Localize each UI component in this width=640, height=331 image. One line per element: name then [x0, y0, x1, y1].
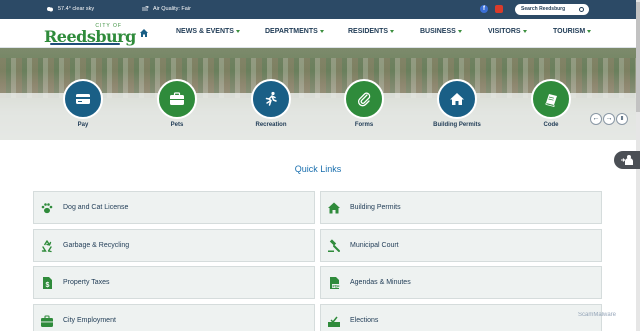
quick-link-label: Elections [350, 317, 379, 324]
book-icon [545, 94, 557, 107]
accessibility-person-icon [621, 155, 633, 165]
paw-icon [39, 200, 55, 216]
ballot-check-icon [326, 313, 342, 329]
quick-link-label: Municipal Court [350, 242, 399, 249]
paperclip-icon [357, 92, 371, 107]
city-logo[interactable]: CITY OF Reedsburg [44, 22, 136, 46]
chevron-down-icon [235, 29, 240, 33]
nav-label: DEPARTMENTS [265, 28, 318, 35]
air-quality-text: Air Quality: Fair [153, 6, 191, 12]
search-box[interactable]: Search Reedsburg [515, 4, 589, 15]
search-label: Search Reedsburg [521, 6, 566, 12]
gavel-icon [326, 238, 342, 254]
quick-label-code[interactable]: Code [511, 122, 591, 128]
watermark-badge: ScamMalware [578, 312, 617, 318]
nav-visitors[interactable]: VISITORS [488, 28, 527, 35]
weather-text: 57.4° clear sky [58, 6, 95, 12]
quick-link-elections[interactable]: Elections [320, 304, 602, 331]
quick-icon-code[interactable] [531, 79, 571, 119]
svg-text:PDF: PDF [333, 284, 341, 288]
scrollbar-thumb[interactable] [636, 2, 640, 112]
quick-link-agendas-minutes[interactable]: PDF Agendas & Minutes [320, 266, 602, 299]
quick-links-title: Quick Links [294, 164, 342, 174]
nav-label: BUSINESS [420, 28, 456, 35]
quick-link-property-taxes[interactable]: $ Property Taxes [33, 266, 315, 299]
nav-residents[interactable]: RESIDENTS [348, 28, 395, 35]
quick-link-label: Property Taxes [63, 279, 110, 286]
quick-icon-pets[interactable] [157, 79, 197, 119]
nav-departments[interactable]: DEPARTMENTS [265, 28, 324, 35]
briefcase-icon [39, 313, 55, 329]
quick-link-building-permits[interactable]: Building Permits [320, 191, 602, 224]
nav-label: TOURISM [553, 28, 586, 35]
carousel-next-button[interactable]: → [603, 113, 615, 125]
nav-label: NEWS & EVENTS [176, 28, 234, 35]
quick-link-label: Garbage & Recycling [63, 242, 130, 249]
air-quality-widget: Air Quality: Fair [142, 6, 191, 12]
chevron-down-icon [587, 29, 592, 33]
svg-text:$: $ [46, 282, 50, 289]
pdf-document-icon: PDF [326, 275, 342, 291]
quick-link-garbage-recycling[interactable]: Garbage & Recycling [33, 229, 315, 262]
quick-label-recreation[interactable]: Recreation [231, 122, 311, 128]
quick-label-pets[interactable]: Pets [137, 122, 217, 128]
quick-icon-pay[interactable] [63, 79, 103, 119]
quick-link-label: Agendas & Minutes [350, 279, 411, 286]
top-utility-bar: 57.4° clear sky Air Quality: Fair f Sear… [0, 0, 640, 19]
wind-icon [142, 6, 149, 11]
quick-link-label: City Employment [63, 317, 116, 324]
briefcase-icon [170, 92, 184, 105]
main-navigation: CITY OF Reedsburg NEWS & EVENTS DEPARTME… [0, 19, 640, 48]
dollar-document-icon: $ [39, 275, 55, 291]
chevron-down-icon [390, 29, 395, 33]
quick-icon-recreation[interactable] [251, 79, 291, 119]
weather-widget: 57.4° clear sky [46, 6, 94, 12]
chevron-down-icon [457, 29, 462, 33]
quick-link-dog-cat-license[interactable]: Dog and Cat License [33, 191, 315, 224]
quick-label-pay[interactable]: Pay [43, 122, 123, 128]
accessibility-button[interactable] [614, 151, 640, 169]
chevron-down-icon [319, 29, 324, 33]
logo-underline [50, 43, 120, 45]
nav-news-events[interactable]: NEWS & EVENTS [176, 28, 240, 35]
facebook-icon[interactable]: f [480, 5, 488, 13]
chevron-down-icon [522, 29, 527, 33]
quick-icon-forms[interactable] [344, 79, 384, 119]
nav-tourism[interactable]: TOURISM [553, 28, 592, 35]
recycle-icon [39, 238, 55, 254]
quick-label-building-permits[interactable]: Building Permits [417, 122, 497, 128]
home-icon[interactable] [139, 28, 149, 38]
nav-label: RESIDENTS [348, 28, 389, 35]
credit-card-icon [76, 94, 90, 104]
quick-link-municipal-court[interactable]: Municipal Court [320, 229, 602, 262]
nav-business[interactable]: BUSINESS [420, 28, 462, 35]
home-icon [450, 93, 464, 105]
quick-link-label: Dog and Cat License [63, 204, 129, 211]
carousel-pause-button[interactable]: II [616, 113, 628, 125]
quick-icon-building-permits[interactable] [437, 79, 477, 119]
quick-link-label: Building Permits [350, 204, 401, 211]
search-icon[interactable] [579, 7, 584, 12]
nav-label: VISITORS [488, 28, 521, 35]
carousel-prev-button[interactable]: ← [590, 113, 602, 125]
running-person-icon [265, 91, 277, 106]
quick-label-forms[interactable]: Forms [324, 122, 404, 128]
quick-link-city-employment[interactable]: City Employment [33, 304, 315, 331]
home-icon [326, 200, 342, 216]
youtube-icon[interactable] [495, 5, 503, 13]
cloud-sun-icon [47, 7, 53, 12]
